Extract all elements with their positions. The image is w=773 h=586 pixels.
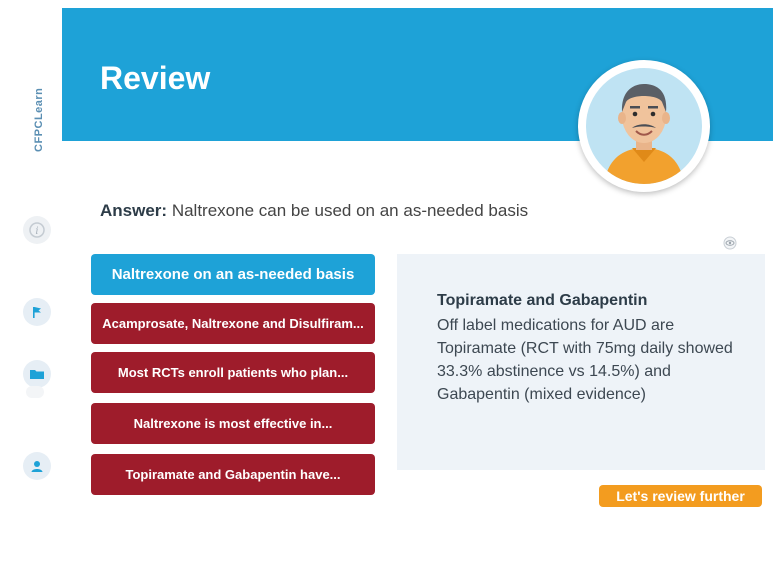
option-button-5[interactable]: Topiramate and Gabapentin have... <box>91 454 375 495</box>
eye-icon[interactable] <box>723 236 737 250</box>
cfpclearn-logo: CFPCLearn <box>24 52 45 162</box>
review-further-button[interactable]: Let's review further <box>599 485 762 507</box>
logo-text: CFPCLearn <box>33 87 45 152</box>
option-button-4[interactable]: Naltrexone is most effective in... <box>91 403 375 444</box>
info-panel: Topiramate and Gabapentin Off label medi… <box>397 254 765 470</box>
presenter-avatar <box>586 68 702 184</box>
answer-label: Answer: <box>100 201 168 220</box>
info-body: Off label medications for AUD are Topira… <box>437 317 733 403</box>
folder-shadow-tab <box>26 386 44 398</box>
page-title: Review <box>100 60 211 96</box>
flag-icon <box>33 307 41 318</box>
info-title: Topiramate and Gabapentin <box>437 292 648 309</box>
info-icon: i <box>29 222 45 238</box>
svg-text:i: i <box>35 226 38 237</box>
sidebar: CFPCLearn i <box>0 0 62 586</box>
slide: CFPCLearn i Review Answer: Naltrexone ca… <box>0 0 773 586</box>
option-button-3[interactable]: Most RCTs enroll patients who plan... <box>91 352 375 393</box>
user-icon <box>31 461 43 472</box>
answer-value: Naltrexone can be used on an as-needed b… <box>171 201 529 220</box>
answer-text: Answer: Naltrexone can be used on an as-… <box>100 200 530 222</box>
user-button[interactable] <box>23 452 51 480</box>
folder-icon <box>30 370 44 379</box>
info-button[interactable]: i <box>23 216 51 244</box>
option-button-2[interactable]: Acamprosate, Naltrexone and Disulfiram..… <box>91 303 375 344</box>
folder-button[interactable] <box>23 360 51 388</box>
presenter-illustration <box>604 84 684 184</box>
option-button-1[interactable]: Naltrexone on an as-needed basis <box>91 254 375 295</box>
flag-button[interactable] <box>23 298 51 326</box>
avatar <box>578 60 710 192</box>
